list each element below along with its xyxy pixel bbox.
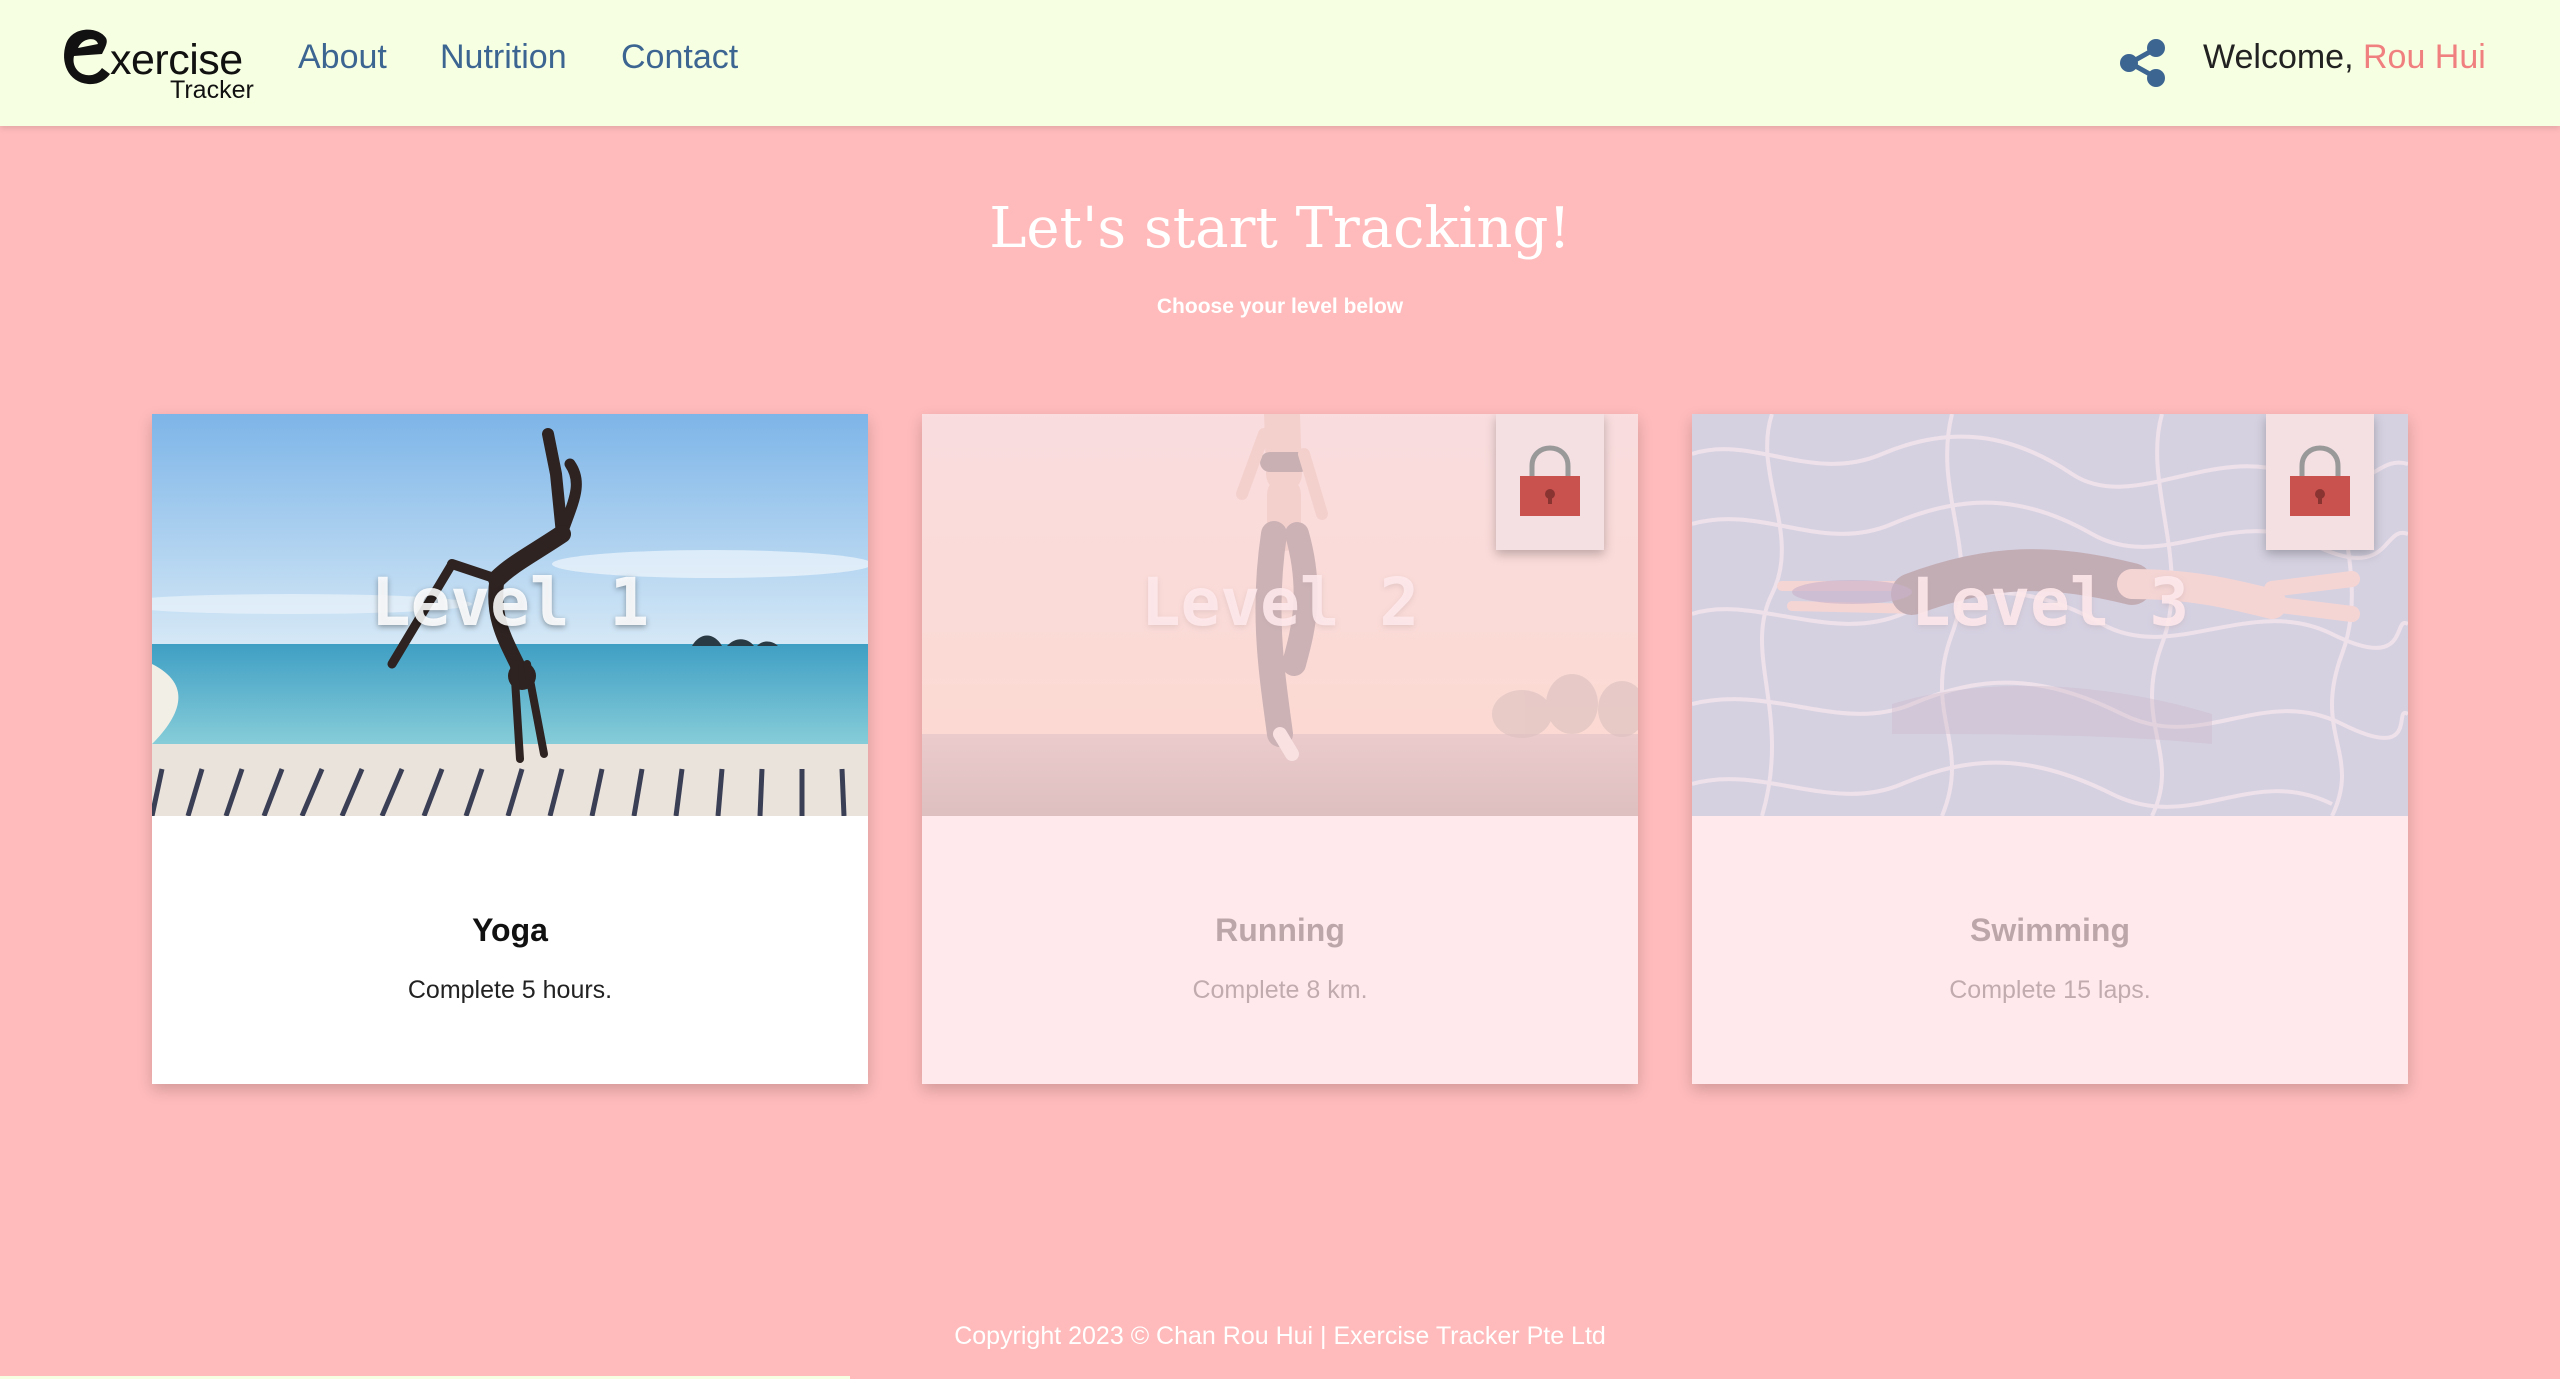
yoga-photo: Level 1: [152, 414, 868, 816]
nav-link-about[interactable]: About: [298, 38, 387, 77]
card-body: Yoga Complete 5 hours.: [152, 816, 868, 1084]
page-subtitle: Choose your level below: [1156, 295, 1404, 318]
lock-icon: [2290, 445, 2350, 516]
level-card-swimming[interactable]: Level 3 Swimming Complete 15 laps.: [1692, 414, 2408, 1084]
logo-e-icon: [64, 29, 110, 85]
activity-name: Swimming: [1969, 912, 2130, 948]
activity-name: Running: [1215, 912, 1345, 948]
user-name[interactable]: Rou Hui: [2363, 38, 2486, 76]
activity-goal: Complete 5 hours.: [407, 976, 613, 1004]
card-body: Running Complete 8 km.: [922, 816, 1638, 1084]
activity-goal: Complete 15 laps.: [1949, 976, 2151, 1004]
card-body: Swimming Complete 15 laps.: [1692, 816, 2408, 1084]
logo-subtitle: Tracker: [170, 76, 254, 104]
nav-link-contact[interactable]: Contact: [621, 38, 738, 77]
logo[interactable]: xercise Tracker: [58, 24, 254, 106]
activity-name: Yoga: [472, 912, 548, 948]
page-title: Let's start Tracking!: [989, 196, 1571, 261]
level-card-yoga[interactable]: Level 1 Yoga Complete 5 hours.: [152, 414, 868, 1084]
share-icon[interactable]: [2118, 38, 2168, 88]
activity-goal: Complete 8 km.: [1192, 976, 1368, 1004]
welcome-prefix: Welcome,: [2203, 38, 2363, 76]
welcome-message: Welcome, Rou Hui: [2203, 38, 2486, 77]
level-card-running[interactable]: Level 2 Running Complete 8 km.: [922, 414, 1638, 1084]
navbar: xercise Tracker About Nutrition Contact …: [0, 0, 2560, 126]
footer-copyright: Copyright 2023 © Chan Rou Hui | Exercise…: [954, 1322, 1606, 1350]
level-label: Level 1: [370, 564, 650, 641]
nav-link-nutrition[interactable]: Nutrition: [440, 38, 567, 77]
level-label: Level 2: [1140, 564, 1420, 641]
level-label: Level 3: [1910, 564, 2190, 641]
lock-icon: [1520, 445, 1580, 516]
lock-badge: [2266, 414, 2374, 550]
lock-badge: [1496, 414, 1604, 550]
